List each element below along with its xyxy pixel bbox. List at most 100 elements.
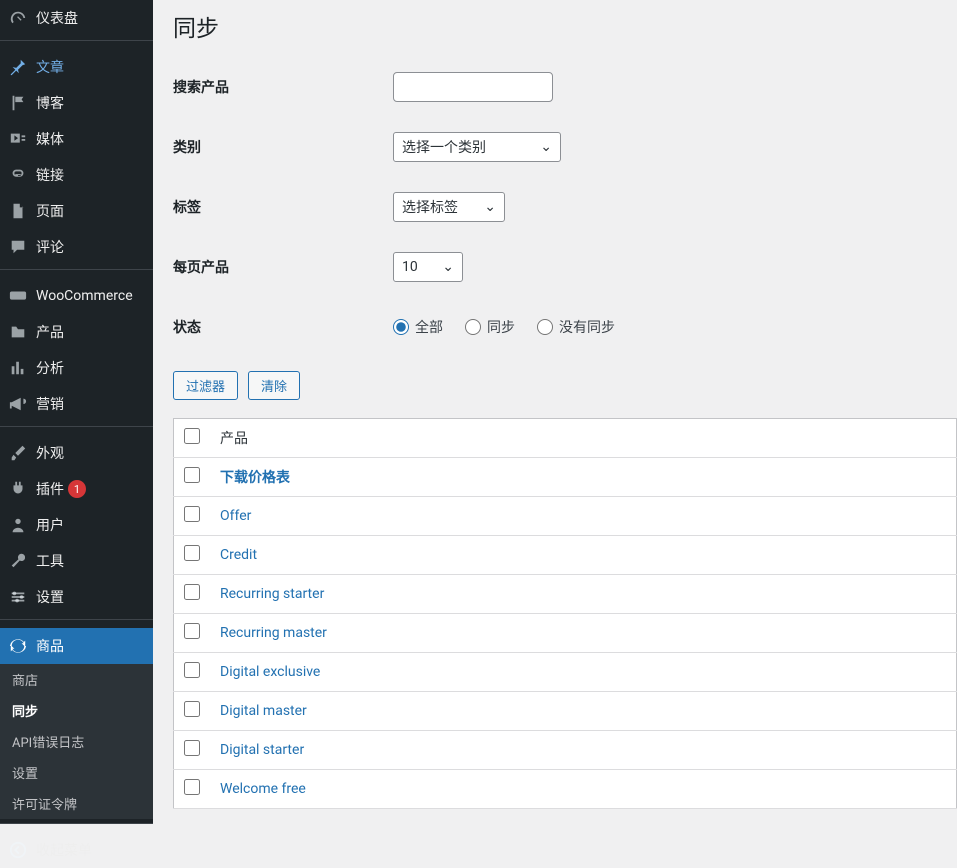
row-checkbox[interactable] — [184, 779, 200, 795]
status-radio-label: 全部 — [415, 317, 443, 337]
status-radio-group: 全部 同步 没有同步 — [393, 317, 957, 337]
select-all-checkbox[interactable] — [184, 428, 200, 444]
admin-sidebar: 仪表盘 文章 博客 媒体 链接 页面 评论 WooCommerce 产品 分析 — [0, 0, 153, 823]
separator — [0, 619, 153, 624]
sidebar-item-settings[interactable]: 设置 — [0, 579, 153, 615]
refresh-icon — [8, 636, 28, 656]
sidebar-item-label: 页面 — [36, 201, 64, 221]
status-radio-all[interactable] — [393, 319, 409, 335]
status-radio-nosync[interactable] — [537, 319, 553, 335]
sidebar-item-pages[interactable]: 页面 — [0, 193, 153, 229]
search-input[interactable] — [393, 72, 553, 102]
chevron-down-icon: ⌄ — [540, 139, 552, 155]
product-link[interactable]: Digital exclusive — [220, 664, 320, 680]
status-option-nosync[interactable]: 没有同步 — [537, 317, 615, 337]
users-icon — [8, 515, 28, 535]
sliders-icon — [8, 587, 28, 607]
row-checkbox[interactable] — [184, 740, 200, 756]
row-checkbox[interactable] — [184, 545, 200, 561]
category-select[interactable]: 选择一个类别 ⌄ — [393, 132, 561, 162]
plugin-badge: 1 — [68, 480, 86, 498]
sidebar-collapse[interactable]: 收起菜单 — [0, 832, 153, 868]
submenu-sync[interactable]: 同步 — [0, 695, 153, 726]
row-checkbox[interactable] — [184, 584, 200, 600]
tag-value: 选择标签 — [402, 197, 458, 217]
row-checkbox[interactable] — [184, 662, 200, 678]
status-radio-sync[interactable] — [465, 319, 481, 335]
sidebar-item-comments[interactable]: 评论 — [0, 229, 153, 265]
table-row: 下载价格表 — [174, 458, 957, 497]
product-link[interactable]: Recurring master — [220, 625, 327, 641]
collapse-icon — [8, 840, 28, 860]
row-checkbox[interactable] — [184, 701, 200, 717]
submenu-apilog[interactable]: API错误日志 — [0, 726, 153, 757]
sidebar-item-merchandise[interactable]: 商品 — [0, 628, 153, 664]
sidebar-item-label: WooCommerce — [36, 288, 133, 304]
product-link[interactable]: Digital master — [220, 703, 307, 719]
sidebar-item-analytics[interactable]: 分析 — [0, 350, 153, 386]
row-checkbox[interactable] — [184, 506, 200, 522]
sidebar-item-blog[interactable]: 博客 — [0, 85, 153, 121]
row-checkbox[interactable] — [184, 623, 200, 639]
submenu-license[interactable]: 许可证令牌 — [0, 788, 153, 819]
sidebar-item-users[interactable]: 用户 — [0, 507, 153, 543]
sidebar-item-tools[interactable]: 工具 — [0, 543, 153, 579]
link-icon — [8, 165, 28, 185]
table-row: Credit — [174, 536, 957, 575]
filter-buttons: 过滤器 清除 — [173, 371, 957, 400]
tag-select[interactable]: 选择标签 ⌄ — [393, 192, 505, 222]
filter-button[interactable]: 过滤器 — [173, 371, 238, 400]
category-label: 类别 — [173, 137, 393, 157]
page-title: 同步 — [173, 0, 957, 43]
separator — [0, 823, 153, 828]
status-label: 状态 — [173, 317, 393, 337]
sidebar-item-woocommerce[interactable]: WooCommerce — [0, 278, 153, 314]
sidebar-item-media[interactable]: 媒体 — [0, 121, 153, 157]
sidebar-item-label: 营销 — [36, 394, 64, 414]
table-row: Digital master — [174, 692, 957, 731]
category-value: 选择一个类别 — [402, 137, 486, 157]
table-header-product: 产品 — [210, 419, 957, 458]
megaphone-icon — [8, 394, 28, 414]
sidebar-item-links[interactable]: 链接 — [0, 157, 153, 193]
plugin-icon — [8, 479, 28, 499]
row-checkbox[interactable] — [184, 467, 200, 483]
sidebar-item-posts[interactable]: 文章 — [0, 49, 153, 85]
status-option-sync[interactable]: 同步 — [465, 317, 515, 337]
sidebar-item-label: 链接 — [36, 165, 64, 185]
status-radio-label: 同步 — [487, 317, 515, 337]
product-link[interactable]: Recurring starter — [220, 586, 324, 602]
status-option-all[interactable]: 全部 — [393, 317, 443, 337]
sidebar-item-products[interactable]: 产品 — [0, 314, 153, 350]
separator — [0, 40, 153, 45]
sidebar-item-plugins[interactable]: 插件 1 — [0, 471, 153, 507]
product-link[interactable]: 下载价格表 — [220, 470, 290, 486]
pin-icon — [8, 57, 28, 77]
sidebar-item-dashboard[interactable]: 仪表盘 — [0, 0, 153, 36]
submenu-settings[interactable]: 设置 — [0, 757, 153, 788]
product-link[interactable]: Digital starter — [220, 742, 304, 758]
product-link[interactable]: Credit — [220, 547, 257, 563]
brush-icon — [8, 443, 28, 463]
sidebar-item-marketing[interactable]: 营销 — [0, 386, 153, 422]
sidebar-item-label: 文章 — [36, 57, 64, 77]
comment-icon — [8, 237, 28, 257]
perpage-select[interactable]: 10 ⌄ — [393, 252, 463, 282]
gauge-icon — [8, 8, 28, 28]
separator — [0, 269, 153, 274]
filter-form: 搜索产品 类别 选择一个类别 ⌄ 标签 选择标签 ⌄ — [173, 57, 957, 357]
sidebar-item-label: 用户 — [36, 515, 64, 535]
table-row: Digital starter — [174, 731, 957, 770]
product-link[interactable]: Offer — [220, 508, 251, 524]
sidebar-item-appearance[interactable]: 外观 — [0, 435, 153, 471]
woo-icon — [8, 286, 28, 306]
sidebar-item-label: 商品 — [36, 636, 64, 656]
product-link[interactable]: Welcome free — [220, 781, 306, 797]
content-area: 同步 搜索产品 类别 选择一个类别 ⌄ 标签 选择标签 ⌄ — [153, 0, 957, 823]
clear-button[interactable]: 清除 — [248, 371, 300, 400]
page-icon — [8, 201, 28, 221]
submenu-store[interactable]: 商店 — [0, 664, 153, 695]
sidebar-item-label: 产品 — [36, 322, 64, 342]
sidebar-item-label: 插件 — [36, 479, 64, 499]
sidebar-item-label: 评论 — [36, 237, 64, 257]
